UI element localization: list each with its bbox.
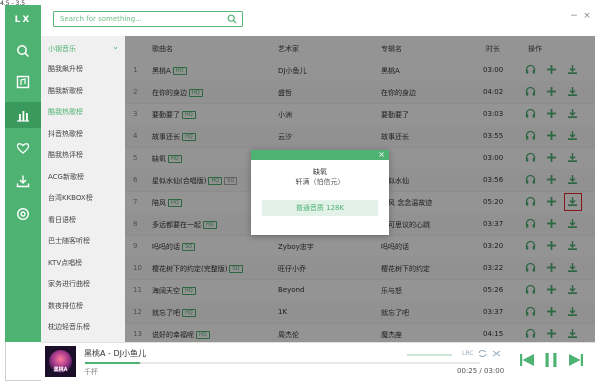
download-icon (16, 175, 30, 188)
album-cover[interactable]: 黑桃A (45, 346, 76, 377)
volume-slider[interactable] (407, 354, 452, 356)
playlist-icon (16, 75, 30, 89)
app-logo: LX (14, 15, 32, 25)
nav-playlist[interactable] (5, 69, 41, 95)
top-bar: Search for something... − × (41, 5, 595, 37)
nav-search[interactable] (5, 38, 41, 64)
search-input[interactable]: Search for something... (53, 11, 243, 27)
sidebar-item-label: 看日语榜 (48, 215, 76, 224)
sidebar-item[interactable]: 枕边轻音乐榜 (41, 316, 125, 337)
source-label: 小钢音乐 (48, 45, 76, 53)
sidebar-item[interactable]: 酷我新歌榜 (41, 80, 125, 101)
next-icon[interactable] (568, 353, 584, 367)
sidebar-item-label: KTV点唱榜 (48, 258, 83, 267)
sidebar-item-label: 数夜排位榜 (48, 301, 83, 310)
dialog-song-artist: 轩满（怕信元） (295, 178, 345, 186)
minimize-button[interactable]: − (568, 10, 580, 22)
sidebar-item-label: 枕边轻音乐榜 (48, 323, 90, 331)
now-playing-title: 黑桃A - DJ小鱼儿 (84, 349, 146, 358)
sidebar-item-label: 家务进行曲榜 (48, 280, 90, 288)
dialog-song-title: 缺氧 (313, 168, 327, 176)
search-icon[interactable] (227, 14, 237, 24)
sidebar-item-label: 酷我热歌榜 (48, 108, 83, 116)
source-selector[interactable]: 小钢音乐 ⌄ (41, 38, 125, 58)
sidebar-item[interactable]: 数夜排位榜 (41, 295, 125, 316)
cover-text: 黑桃A (53, 367, 68, 373)
quality-128k-button[interactable]: 普通音质 128K (262, 200, 378, 216)
dialog-header: × (251, 150, 389, 160)
sidebar-item[interactable]: KTV点唱榜 (41, 252, 125, 273)
sidebar-item-label: 台湾KKBOX榜 (48, 194, 93, 202)
sidebar-item-label: 抖音热歌榜 (48, 129, 83, 138)
nav-settings[interactable] (5, 201, 41, 227)
total-time: 03:00 (484, 367, 505, 375)
heart-icon (16, 143, 30, 154)
current-time: 00:25 (457, 367, 478, 375)
sidebar-item[interactable]: 酷我热评榜 (41, 144, 125, 165)
progress-fill (85, 362, 141, 364)
sidebar-item-label: 酷我热评榜 (48, 151, 83, 159)
sidebar-item[interactable]: 家务进行曲榜 (41, 273, 125, 294)
chart-sidebar: 小钢音乐 ⌄ 酷我飙升榜酷我新歌榜酷我热歌榜抖音热歌榜酷我热评榜 ACG新歌榜台湾… (41, 36, 126, 342)
loop-icon[interactable] (478, 349, 487, 358)
sidebar-item-label: ACG新歌榜 (48, 172, 84, 181)
sidebar-item-label: 酷我新歌榜 (48, 86, 83, 95)
sidebar-item[interactable]: 看日语榜 (41, 209, 125, 230)
nav-download[interactable] (5, 168, 41, 194)
lyrics-toggle[interactable]: LRC (462, 350, 473, 357)
sidebar-item-label: 酷我飙升榜 (48, 65, 83, 73)
now-playing-artist: 千杯 (84, 368, 98, 376)
sidebar-item[interactable]: 酷我热歌榜 (41, 101, 125, 122)
nav-favorites[interactable] (5, 135, 41, 161)
sidebar-item-label: 巴士随客听榜 (48, 237, 90, 245)
time-separator: / (477, 367, 484, 375)
nav-leaderboard[interactable] (5, 102, 41, 128)
chart-icon (17, 111, 29, 122)
sidebar-item[interactable]: 抖音热歌榜 (41, 123, 125, 144)
settings-icon (16, 207, 30, 221)
sidebar-item[interactable]: 巴士随客听榜 (41, 230, 125, 251)
app-window: 4.5 - 3.5 LX Search for something... − × (0, 0, 600, 383)
search-placeholder: Search for something... (60, 15, 142, 23)
quality-dialog: × 缺氧 轩满（怕信元） 普通音质 128K (251, 150, 389, 235)
chevron-down-icon: ⌄ (112, 42, 119, 51)
dialog-close-button[interactable]: × (378, 150, 385, 160)
left-nav: LX (5, 5, 41, 342)
pause-icon[interactable] (544, 353, 558, 367)
progress-bar[interactable] (85, 362, 480, 364)
time-display: 00:25 / 03:00 (457, 367, 504, 375)
sidebar-item[interactable]: 台湾KKBOX榜 (41, 187, 125, 208)
player-bar: 黑桃A 黑桃A - DJ小鱼儿 千杯 LRC 00:25 / 03:00 (41, 342, 595, 382)
close-button[interactable]: × (581, 10, 593, 22)
sidebar-item[interactable]: 酷我飙升榜 (41, 58, 125, 79)
previous-icon[interactable] (519, 353, 535, 367)
shuffle-icon[interactable] (492, 349, 501, 358)
search-icon (17, 45, 30, 58)
sidebar-item[interactable]: ACG新歌榜 (41, 166, 125, 187)
